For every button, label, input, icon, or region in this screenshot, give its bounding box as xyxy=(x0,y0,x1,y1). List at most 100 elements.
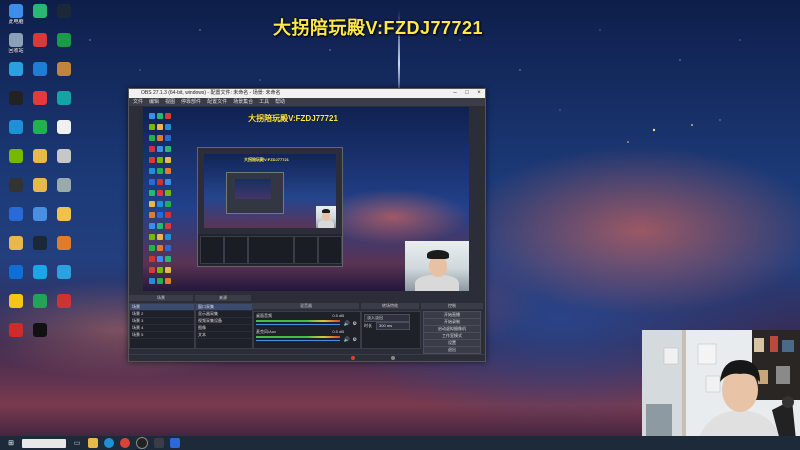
desktop-shortcut[interactable] xyxy=(52,265,76,280)
preview-shortcut-icon xyxy=(157,135,163,141)
desktop-shortcut[interactable] xyxy=(4,236,28,251)
desktop-shortcut[interactable] xyxy=(28,265,52,280)
menu-item[interactable]: 配置文件 xyxy=(207,98,227,106)
edge-icon[interactable] xyxy=(104,438,114,448)
desktop-shortcut[interactable] xyxy=(4,149,28,164)
desktop-shortcut[interactable] xyxy=(28,149,52,164)
app-icon[interactable] xyxy=(154,438,164,448)
menu-item[interactable]: 文件 xyxy=(133,98,143,106)
scene-item[interactable]: 场景 3 xyxy=(130,318,194,325)
obs-icon[interactable] xyxy=(136,437,148,449)
scene-item[interactable]: 场景 2 xyxy=(130,311,194,318)
start-icon[interactable]: ⊞ xyxy=(6,438,16,448)
minimize-icon[interactable]: – xyxy=(449,89,461,98)
desktop-shortcut[interactable] xyxy=(4,265,28,280)
desktop-shortcut[interactable] xyxy=(52,120,76,135)
app-green-icon xyxy=(33,4,47,18)
folder-icon xyxy=(9,236,23,250)
game-app-icon xyxy=(57,62,71,76)
preview-shortcut-icon xyxy=(149,157,155,163)
desktop-shortcut[interactable] xyxy=(28,323,52,338)
desktop-shortcut[interactable] xyxy=(28,33,52,48)
mixer-channel-mic-level: 0.0 dB xyxy=(332,329,344,334)
desktop-shortcut[interactable] xyxy=(52,207,76,222)
desktop-shortcut[interactable] xyxy=(52,236,76,251)
transition-duration-input[interactable]: 300 ms xyxy=(376,322,410,330)
obs-preview[interactable]: 大拐陪玩殿V:FZDJ77721 大拐陪玩殿V:FZDJ77721 xyxy=(143,107,469,291)
preview-shortcut-icon xyxy=(149,124,155,130)
menu-item[interactable]: 编辑 xyxy=(149,98,159,106)
scene-item[interactable]: 场景 4 xyxy=(130,325,194,332)
nested-preview: 大拐陪玩殿V:FZDJ77721 xyxy=(204,154,336,228)
desktop-shortcut[interactable]: 回收站 xyxy=(4,33,28,54)
task-view-icon[interactable]: ▭ xyxy=(72,438,82,448)
sources-list[interactable]: 窗口采集 显示器采集 视频采集设备 图像 文本 xyxy=(195,303,253,349)
desktop-shortcut[interactable] xyxy=(4,323,28,338)
preview-shortcut-icon xyxy=(149,223,155,229)
desktop-shortcut[interactable] xyxy=(52,91,76,106)
speaker-icon[interactable]: 🔊 xyxy=(344,337,350,343)
obs-window[interactable]: OBS 27.1.3 (64-bit, windows) - 配置文件: 未命名… xyxy=(128,88,486,362)
menu-item[interactable]: 停靠部件 xyxy=(181,98,201,106)
logitech-icon xyxy=(9,91,23,105)
desktop-shortcut[interactable] xyxy=(4,178,28,193)
desktop-shortcut[interactable] xyxy=(52,62,76,77)
desktop-shortcut[interactable] xyxy=(28,4,52,19)
gear-icon[interactable]: ⚙ xyxy=(353,321,357,327)
scene-item[interactable]: 场景 xyxy=(130,304,194,311)
wechat-icon xyxy=(33,120,47,134)
desktop-shortcut[interactable] xyxy=(4,91,28,106)
source-item[interactable]: 窗口采集 xyxy=(196,304,252,311)
gear-icon[interactable]: ⚙ xyxy=(353,337,357,343)
source-item[interactable]: 显示器采集 xyxy=(196,311,252,318)
menu-item[interactable]: 工具 xyxy=(259,98,269,106)
preview-shortcut-icon xyxy=(165,190,171,196)
source-item[interactable]: 视频采集设备 xyxy=(196,318,252,325)
search-box[interactable] xyxy=(22,438,66,448)
desktop-shortcut[interactable] xyxy=(28,178,52,193)
app-icon[interactable] xyxy=(170,438,180,448)
transition-select[interactable]: 淡入淡出 xyxy=(364,314,410,322)
explorer-icon[interactable] xyxy=(88,438,98,448)
obs-title-bar[interactable]: OBS 27.1.3 (64-bit, windows) - 配置文件: 未命名… xyxy=(129,89,485,98)
mixer-slider-desktop[interactable] xyxy=(256,324,340,325)
red-app-icon xyxy=(9,323,23,337)
menu-item[interactable]: 帮助 xyxy=(275,98,285,106)
desktop-shortcut[interactable] xyxy=(52,33,76,48)
control-button[interactable]: 退出 xyxy=(423,346,481,354)
edge-icon xyxy=(9,120,23,134)
desktop-shortcut[interactable] xyxy=(52,149,76,164)
sources-dock-header: 来源 xyxy=(195,295,251,301)
desktop-shortcut[interactable] xyxy=(4,294,28,309)
source-item[interactable]: 图像 xyxy=(196,325,252,332)
scene-item[interactable]: 场景 5 xyxy=(130,332,194,339)
desktop-shortcut[interactable] xyxy=(4,207,28,222)
preview-shortcut-icon xyxy=(165,135,171,141)
desktop-shortcut[interactable] xyxy=(52,294,76,309)
desktop-shortcut[interactable] xyxy=(28,207,52,222)
audio-mixer[interactable]: 桌面音频 0.0 dB 🔊 ⚙ 麦克风/Aux 0.0 dB 🔊 ⚙ xyxy=(253,311,361,349)
desktop-shortcut[interactable] xyxy=(28,91,52,106)
desktop-shortcut[interactable] xyxy=(4,120,28,135)
speaker-icon[interactable]: 🔊 xyxy=(344,321,350,327)
preview-shortcut-icon xyxy=(149,135,155,141)
menu-item[interactable]: 场景集合 xyxy=(233,98,253,106)
desktop-shortcut[interactable] xyxy=(52,4,76,19)
maximize-icon[interactable]: □ xyxy=(461,89,473,98)
desktop-shortcut[interactable] xyxy=(28,236,52,251)
scenes-list[interactable]: 场景 场景 2 场景 3 场景 4 场景 5 xyxy=(129,303,195,349)
desktop-shortcut[interactable] xyxy=(4,62,28,77)
source-item[interactable]: 文本 xyxy=(196,332,252,339)
menu-item[interactable]: 视图 xyxy=(165,98,175,106)
desktop-shortcut[interactable]: 此电脑 xyxy=(4,4,28,25)
chrome-icon[interactable] xyxy=(120,438,130,448)
desktop-shortcut[interactable] xyxy=(28,294,52,309)
desktop-shortcut[interactable] xyxy=(28,62,52,77)
netease-music-icon xyxy=(33,91,47,105)
nested-webcam xyxy=(316,206,336,228)
desktop-shortcut[interactable] xyxy=(52,178,76,193)
close-icon[interactable]: × xyxy=(473,89,485,98)
desktop-shortcut[interactable] xyxy=(28,120,52,135)
transitions-panel[interactable]: 淡入淡出 时长 300 ms xyxy=(361,311,421,349)
mixer-slider-mic[interactable] xyxy=(256,340,340,341)
